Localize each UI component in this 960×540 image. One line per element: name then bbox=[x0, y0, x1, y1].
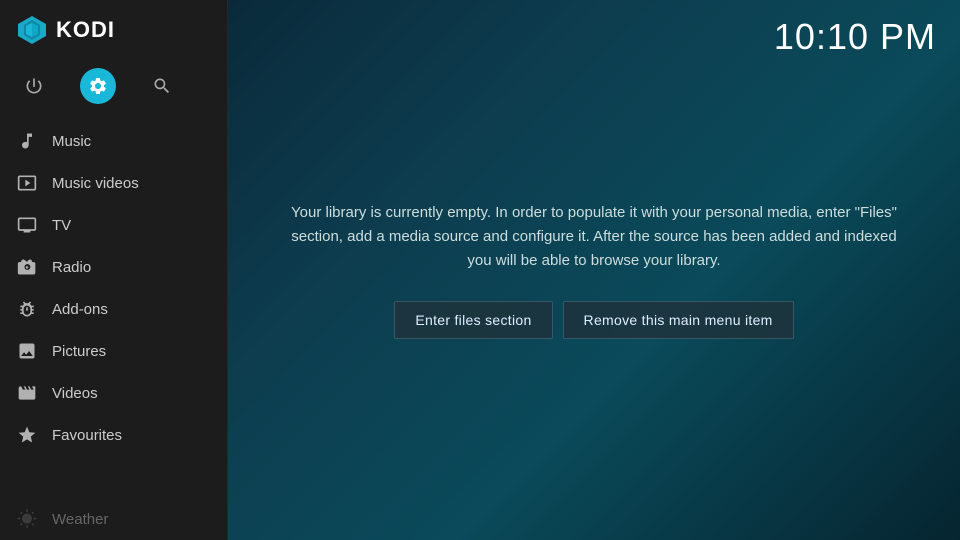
sidebar-item-pictures-label: Pictures bbox=[52, 343, 106, 360]
search-icon bbox=[152, 76, 172, 96]
remove-menu-item-button[interactable]: Remove this main menu item bbox=[563, 301, 794, 339]
kodi-logo-icon bbox=[16, 14, 48, 46]
center-panel: Your library is currently empty. In orde… bbox=[228, 0, 960, 540]
sidebar-item-radio-label: Radio bbox=[52, 259, 91, 276]
action-buttons-group: Enter files section Remove this main men… bbox=[394, 301, 793, 339]
app-title: KODI bbox=[56, 17, 115, 43]
music-icon bbox=[16, 130, 38, 152]
sidebar-item-videos-label: Videos bbox=[52, 385, 98, 402]
videos-icon bbox=[16, 382, 38, 404]
sidebar-item-music[interactable]: Music bbox=[0, 120, 228, 162]
search-button[interactable] bbox=[144, 68, 180, 104]
tv-icon bbox=[16, 214, 38, 236]
sidebar-item-pictures[interactable]: Pictures bbox=[0, 330, 228, 372]
enter-files-button[interactable]: Enter files section bbox=[394, 301, 552, 339]
sidebar-item-videos[interactable]: Videos bbox=[0, 372, 228, 414]
sidebar-item-music-videos[interactable]: Music videos bbox=[0, 162, 228, 204]
sidebar-header: KODI bbox=[0, 0, 228, 60]
sidebar-item-weather[interactable]: Weather bbox=[0, 498, 228, 540]
sidebar-item-addons[interactable]: Add-ons bbox=[0, 288, 228, 330]
addons-icon bbox=[16, 298, 38, 320]
sidebar-action-icons bbox=[0, 60, 228, 120]
settings-button[interactable] bbox=[80, 68, 116, 104]
settings-icon bbox=[88, 76, 108, 96]
sidebar-item-music-label: Music bbox=[52, 133, 91, 150]
clock-display: 10:10 PM bbox=[774, 16, 936, 58]
sidebar-item-tv-label: TV bbox=[52, 217, 71, 234]
sidebar-item-radio[interactable]: Radio bbox=[0, 246, 228, 288]
sidebar-item-addons-label: Add-ons bbox=[52, 301, 108, 318]
sidebar-item-favourites[interactable]: Favourites bbox=[0, 414, 228, 456]
radio-icon bbox=[16, 256, 38, 278]
favourites-icon bbox=[16, 424, 38, 446]
main-content: 10:10 PM Your library is currently empty… bbox=[228, 0, 960, 540]
pictures-icon bbox=[16, 340, 38, 362]
library-info-text: Your library is currently empty. In orde… bbox=[288, 201, 900, 273]
music-videos-icon bbox=[16, 172, 38, 194]
sidebar-item-favourites-label: Favourites bbox=[52, 427, 122, 444]
sidebar: KODI Music bbox=[0, 0, 228, 540]
power-icon bbox=[24, 76, 44, 96]
weather-icon bbox=[16, 508, 38, 530]
power-button[interactable] bbox=[16, 68, 52, 104]
sidebar-nav: Music Music videos TV Radio bbox=[0, 120, 228, 540]
sidebar-item-music-videos-label: Music videos bbox=[52, 175, 139, 192]
sidebar-item-tv[interactable]: TV bbox=[0, 204, 228, 246]
sidebar-item-weather-label: Weather bbox=[52, 511, 108, 528]
